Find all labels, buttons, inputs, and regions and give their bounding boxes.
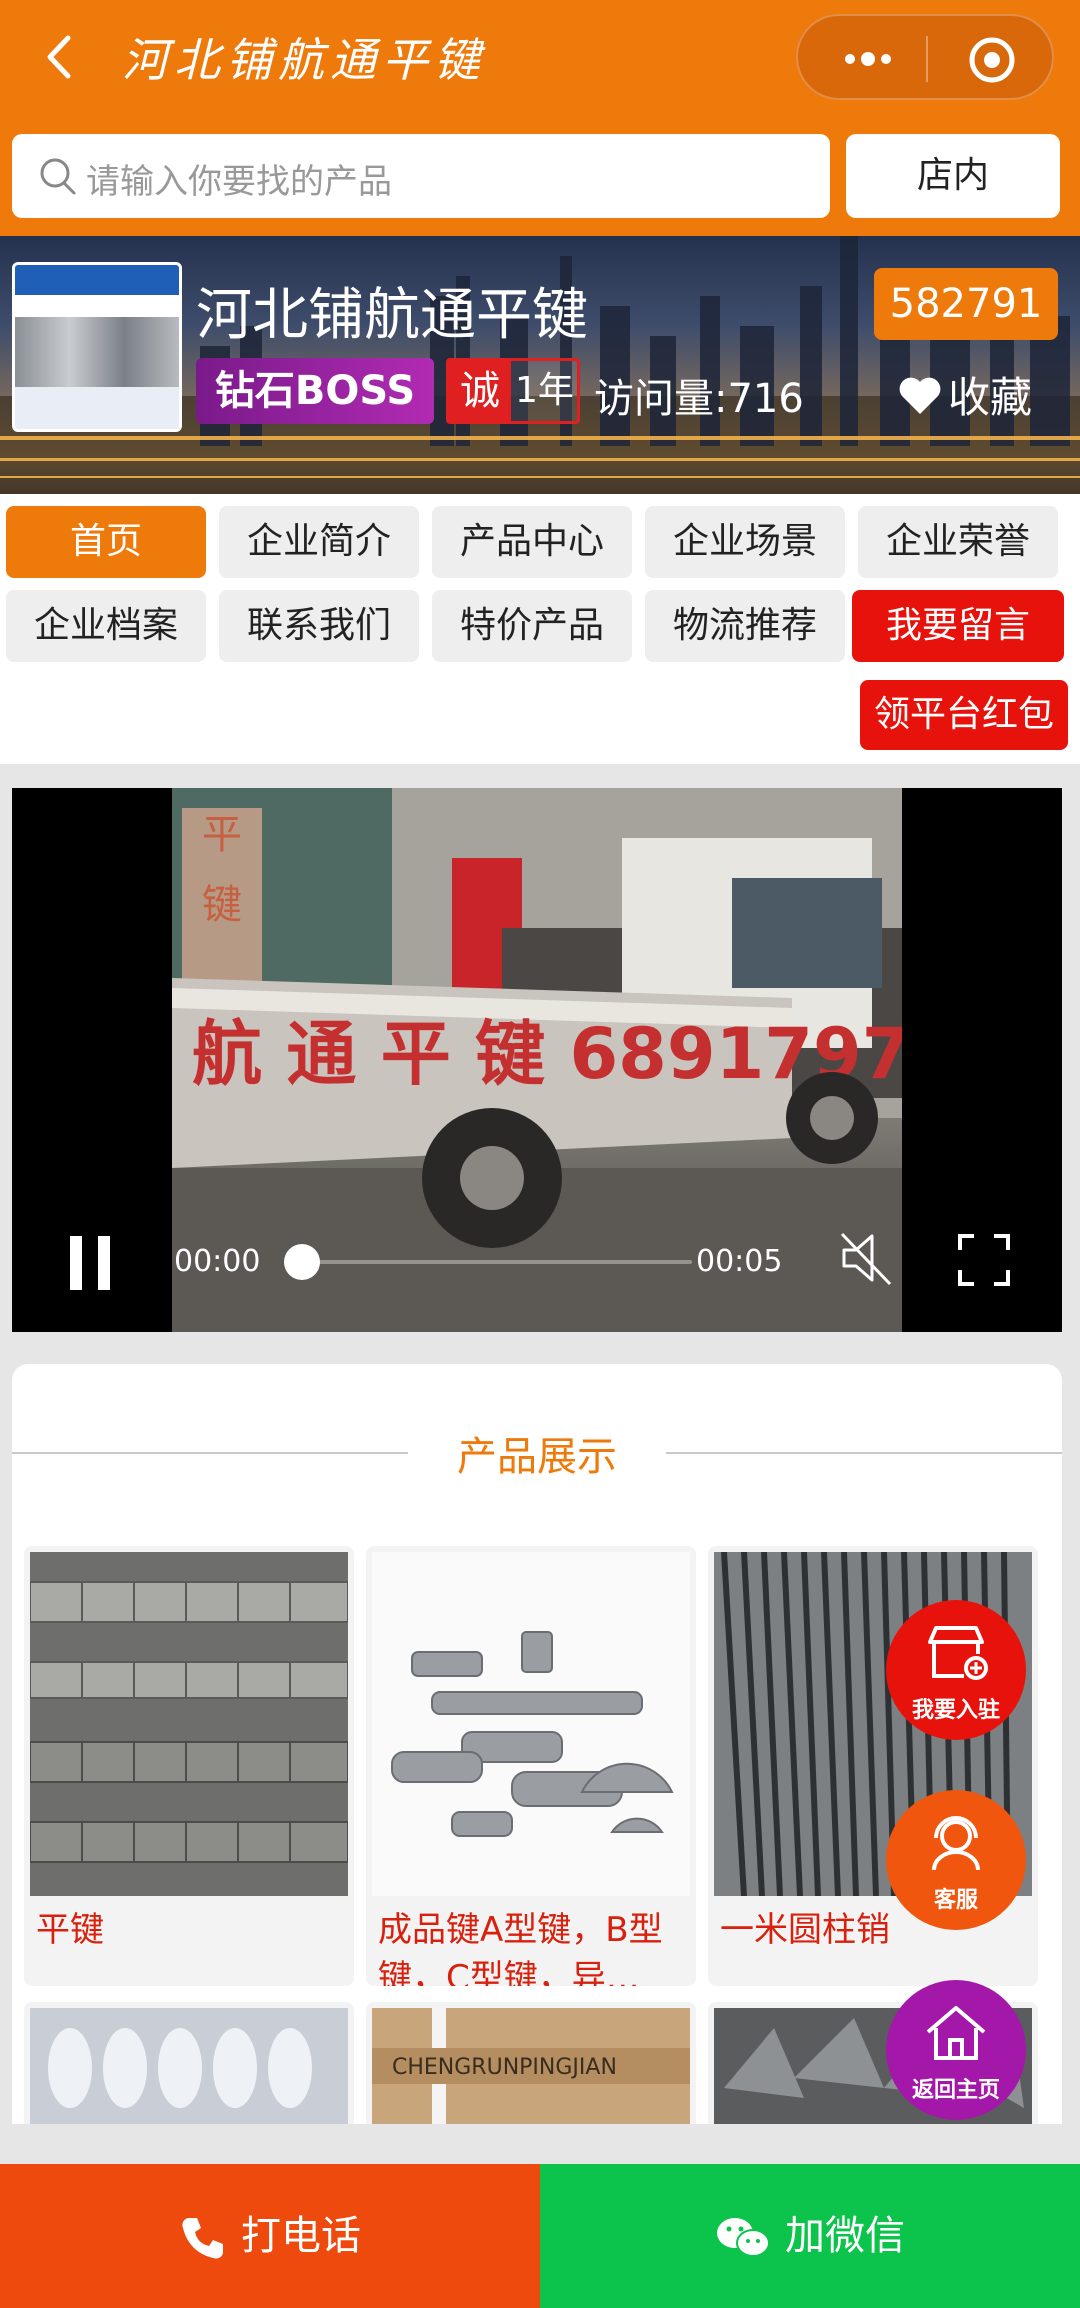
video-frame: 平 键 航 通 平 键 6891797 [172, 788, 902, 1332]
product-image [30, 2008, 348, 2124]
nav-logistics[interactable]: 物流推荐 [645, 590, 845, 662]
favorite-label: 收藏 [948, 373, 1033, 422]
integrity-years: 1年 [515, 370, 574, 411]
svg-text:CHENGRUNPINGJIAN: CHENGRUNPINGJIAN [392, 2055, 617, 2080]
search-icon [38, 156, 78, 196]
integrity-badge: 诚 1年 [446, 358, 580, 424]
heart-icon [898, 376, 942, 426]
wechat-label: 加微信 [785, 2213, 905, 2259]
bottom-action-bar: 打电话 加微信 [0, 2164, 1080, 2308]
shop-id-badge: 582791 [874, 268, 1058, 340]
headset-icon [932, 1816, 980, 1871]
join-shop-button[interactable]: 我要入驻 [886, 1600, 1026, 1740]
back-home-button[interactable]: 返回主页 [886, 1980, 1026, 2120]
product-card[interactable] [24, 2002, 354, 2124]
svg-text:键: 键 [202, 882, 242, 928]
customer-service-label: 客服 [933, 1888, 978, 1913]
shop-banner: 河北铺航通平键 582791 钻石BOSS 诚 1年 访问量:716 收藏 [0, 236, 1080, 494]
phone-icon [182, 2218, 223, 2259]
video-duration: 00:05 [696, 1244, 783, 1279]
favorite-button[interactable]: 收藏 [898, 364, 1032, 426]
nav-home[interactable]: 首页 [6, 506, 206, 578]
product-card[interactable]: 成品键A型键，B型键，C型键，异… [366, 1546, 696, 1986]
close-target-icon[interactable] [966, 34, 1018, 86]
nav-product-center[interactable]: 产品中心 [432, 506, 632, 578]
customer-service-button[interactable]: 客服 [886, 1790, 1026, 1930]
call-label: 打电话 [241, 2213, 361, 2259]
product-name: 平键 [36, 1910, 104, 1950]
product-image [372, 1552, 690, 1896]
pause-icon[interactable] [68, 1236, 112, 1290]
search-input[interactable]: 请输入你要找的产品 [12, 134, 830, 218]
integrity-char: 诚 [449, 361, 511, 421]
video-player[interactable]: 平 键 航 通 平 键 6891797 00:00 00:05 [12, 788, 1062, 1332]
video-current-time: 00:00 [174, 1244, 261, 1279]
more-icon[interactable] [828, 38, 908, 80]
nav-company-profile[interactable]: 企业档案 [6, 590, 206, 662]
add-wechat-button[interactable]: 加微信 [540, 2164, 1080, 2308]
product-card[interactable]: CHENGRUNPINGJIAN [366, 2002, 696, 2124]
diamond-boss-badge: 钻石BOSS [196, 358, 434, 424]
call-button[interactable]: 打电话 [0, 2164, 540, 2308]
search-placeholder: 请输入你要找的产品 [86, 162, 392, 202]
product-card[interactable]: 平键 [24, 1546, 354, 1986]
nav-company-honors[interactable]: 企业荣誉 [858, 506, 1058, 578]
capsule-divider [926, 36, 928, 82]
truck-text: 航 通 平 键 6891797 [192, 1013, 902, 1095]
product-image: CHENGRUNPINGJIAN [372, 2008, 690, 2124]
home-icon [926, 2006, 986, 2060]
nav-red-packet[interactable]: 领平台红包 [860, 680, 1068, 750]
fullscreen-icon[interactable] [956, 1232, 1012, 1288]
search-scope-button[interactable]: 店内 [846, 134, 1060, 218]
product-image [30, 1552, 348, 1896]
join-shop-label: 我要入驻 [911, 1698, 1000, 1723]
section-divider-right [666, 1452, 1062, 1454]
nav-contact-us[interactable]: 联系我们 [219, 590, 419, 662]
svg-text:平: 平 [202, 812, 242, 858]
product-name: 成品键A型键，B型键，C型键，异… [378, 1910, 663, 1986]
back-icon[interactable] [38, 30, 82, 84]
shop-nav-grid: 首页 企业简介 产品中心 企业场景 企业荣誉 企业档案 联系我们 特价产品 物流… [0, 494, 1080, 764]
shop-logo[interactable] [12, 262, 182, 432]
nav-leave-message[interactable]: 我要留言 [852, 590, 1064, 662]
mini-program-capsule [796, 14, 1054, 100]
wechat-icon [717, 2218, 770, 2257]
header-bar: 河北铺航通平键 请输入你要找的产品 店内 [0, 0, 1080, 236]
nav-special-products[interactable]: 特价产品 [432, 590, 632, 662]
nav-company-intro[interactable]: 企业简介 [219, 506, 419, 578]
video-progress-track[interactable] [292, 1260, 692, 1264]
visit-count: 访问量:716 [594, 376, 804, 422]
mute-icon[interactable] [836, 1228, 896, 1288]
shop-add-icon [928, 1626, 988, 1680]
video-progress-knob[interactable] [284, 1244, 320, 1280]
back-home-label: 返回主页 [911, 2078, 1000, 2103]
nav-company-scenes[interactable]: 企业场景 [645, 506, 845, 578]
page-title: 河北铺航通平键 [122, 33, 486, 87]
shop-name: 河北铺航通平键 [196, 283, 588, 348]
